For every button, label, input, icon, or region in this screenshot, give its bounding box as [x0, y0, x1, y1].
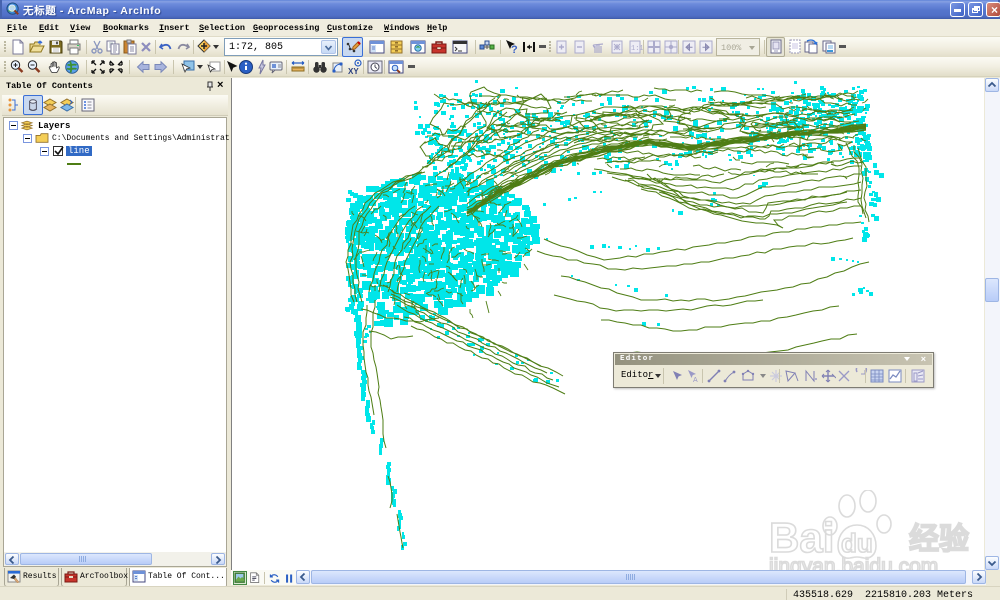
svg-text:?: ? [511, 44, 518, 55]
svg-text:du: du [841, 528, 873, 558]
svg-text:经验: 经验 [909, 522, 969, 559]
svg-text:1:1: 1:1 [631, 45, 643, 53]
svg-text:A: A [693, 377, 698, 384]
svg-text:XY: XY [348, 67, 359, 75]
